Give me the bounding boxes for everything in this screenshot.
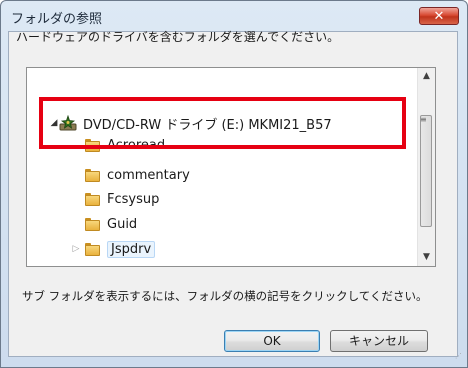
folder-label: Guid bbox=[107, 216, 138, 232]
scroll-down-arrow-icon[interactable]: ▼ bbox=[418, 249, 435, 266]
folder-icon bbox=[85, 192, 100, 206]
folder-icon bbox=[85, 138, 100, 152]
scroll-thumb[interactable] bbox=[420, 115, 432, 227]
dialog-title: フォルダの参照 bbox=[11, 12, 103, 27]
folder-tree[interactable]: ◢ DVD/CD-RW ドライブ (E:) MKMI21_B57 Acrorea… bbox=[26, 67, 436, 267]
folder-label: Jspdrv bbox=[107, 240, 156, 258]
scroll-grip-icon: ≡ bbox=[420, 115, 427, 124]
scroll-up-arrow-icon[interactable]: ▲ bbox=[418, 68, 435, 85]
drive-label: DVD/CD-RW ドライブ (E:) MKMI21_B57 bbox=[83, 117, 332, 133]
folder-icon bbox=[85, 217, 100, 231]
folder-icon bbox=[85, 168, 100, 182]
tree-item-folder[interactable]: Fcsysup bbox=[85, 188, 159, 210]
folder-icon bbox=[85, 242, 100, 256]
tree-item-folder[interactable]: Guid bbox=[85, 213, 137, 235]
folder-label: Acroread bbox=[107, 137, 166, 153]
close-icon: ✕ bbox=[433, 9, 445, 24]
resize-grip-icon[interactable]: ⋰ bbox=[455, 353, 465, 365]
instruction-text: ハードウェアのドライバを含むフォルダを選んでください。 bbox=[16, 30, 340, 44]
cancel-button[interactable]: キャンセル bbox=[330, 330, 428, 352]
vertical-scrollbar[interactable]: ▲ ≡ ▼ bbox=[417, 68, 435, 266]
ok-button[interactable]: OK bbox=[224, 330, 320, 352]
folder-label: commentary bbox=[107, 167, 190, 183]
folder-label: Fcsysup bbox=[107, 191, 160, 207]
drive-icon bbox=[59, 114, 77, 131]
expand-arrow-icon[interactable]: ▷ bbox=[71, 244, 81, 254]
close-button[interactable]: ✕ bbox=[419, 7, 459, 25]
tree-item-folder-selected[interactable]: ▷ Jspdrv bbox=[71, 238, 156, 260]
tree-item-folder[interactable]: commentary bbox=[85, 164, 190, 186]
collapse-arrow-icon[interactable]: ◢ bbox=[49, 118, 59, 128]
hint-text: サブ フォルダを表示するには、フォルダの横の記号をクリックしてください。 bbox=[22, 289, 428, 303]
title-bar[interactable]: フォルダの参照 ✕ bbox=[1, 1, 467, 31]
tree-item-drive[interactable]: ◢ DVD/CD-RW ドライブ (E:) MKMI21_B57 bbox=[49, 112, 332, 134]
tree-item-folder[interactable]: Acroread bbox=[85, 134, 165, 156]
